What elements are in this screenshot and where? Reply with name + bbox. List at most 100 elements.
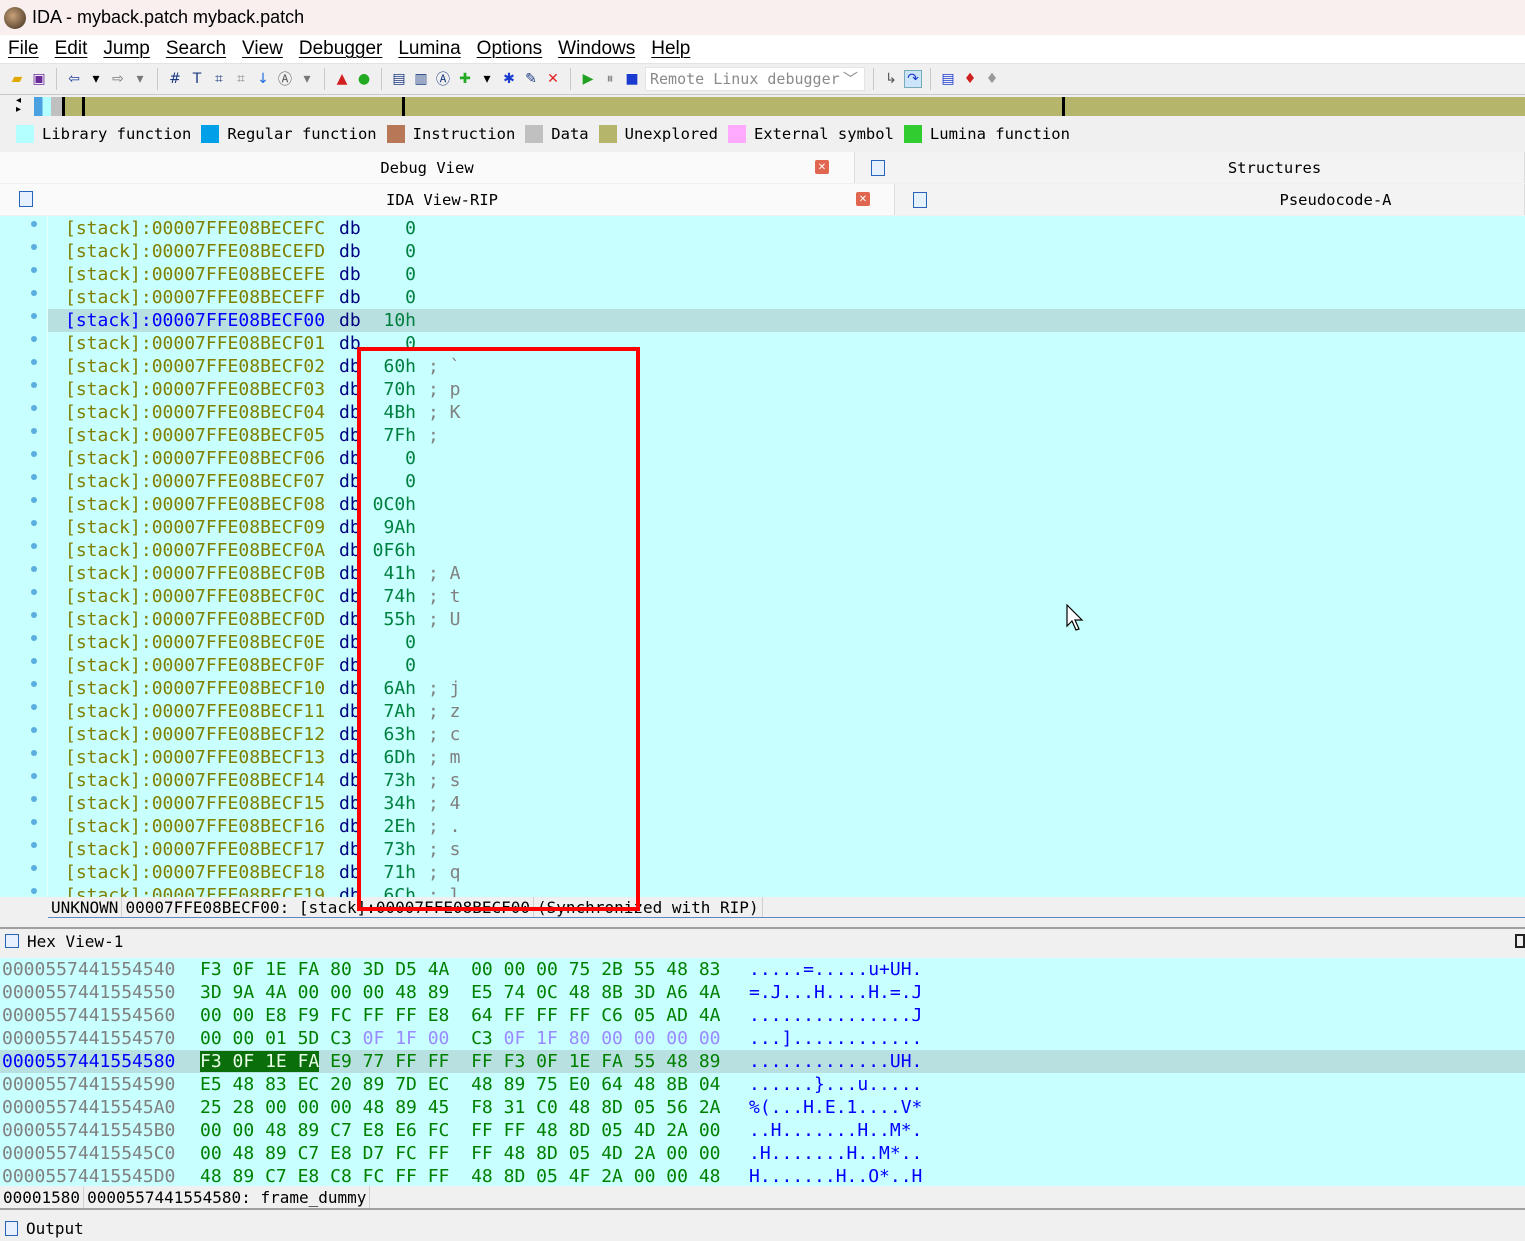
hex-byte[interactable]: 55 — [634, 959, 656, 980]
hex-byte[interactable]: 48 — [233, 1143, 255, 1164]
navigation-band[interactable]: ◂ ▸ — [0, 94, 1525, 116]
search-immediate-icon[interactable]: ⌗ — [210, 70, 228, 88]
hex-byte[interactable]: FF — [471, 1051, 493, 1072]
hex-byte[interactable]: EC — [298, 1074, 320, 1095]
disasm-line[interactable]: [stack]:00007FFE08BECF0D db 55h; U — [48, 608, 1525, 631]
hex-byte[interactable]: 31 — [504, 1097, 526, 1118]
hex-row[interactable]: 0000557441554580 F3 0F 1E FA E9 77 FF FF … — [0, 1050, 1525, 1073]
disasm-line[interactable]: [stack]:00007FFE08BECF11 db 7Ah; z — [48, 700, 1525, 723]
hex-byte[interactable]: FC — [428, 1120, 450, 1141]
step-into-icon[interactable]: ↳ — [882, 70, 900, 88]
hex-byte[interactable]: 8B — [666, 1074, 688, 1095]
hex-byte[interactable]: 4A — [699, 982, 721, 1003]
undefine-icon[interactable]: ✕ — [544, 70, 562, 88]
hex-byte[interactable]: 75 — [569, 959, 591, 980]
hex-byte[interactable]: 04 — [699, 1074, 721, 1095]
asterisk-icon[interactable]: ✱ — [500, 70, 518, 88]
menu-options[interactable]: Options — [469, 38, 550, 60]
hex-byte[interactable]: 83 — [265, 1074, 287, 1095]
forward-icon[interactable]: ⇨ — [109, 70, 127, 88]
hex-byte[interactable]: 64 — [471, 1005, 493, 1026]
hex-byte[interactable]: FA — [601, 1051, 623, 1072]
disasm-line[interactable]: [stack]:00007FFE08BECF18 db 71h; q — [48, 861, 1525, 884]
breakpoint-dot[interactable] — [31, 428, 37, 434]
disasm-line[interactable]: [stack]:00007FFE08BECF01 db 0 — [48, 332, 1525, 355]
menu-file[interactable]: File — [0, 38, 47, 60]
hex-byte[interactable]: 48 — [699, 1166, 721, 1186]
hex-byte[interactable]: FF — [504, 1120, 526, 1141]
hex-byte[interactable]: 00 — [666, 1166, 688, 1186]
hex-byte[interactable]: 0F — [536, 1051, 558, 1072]
hex-byte[interactable]: 4F — [569, 1166, 591, 1186]
menu-search[interactable]: Search — [158, 38, 234, 60]
hex-row[interactable]: 00005574415545C0 00 48 89 C7 E8 D7 FC FF … — [0, 1142, 1525, 1165]
disasm-line[interactable]: [stack]:00007FFE08BECF0C db 74h; t — [48, 585, 1525, 608]
back-dropdown-icon[interactable]: ▾ — [87, 70, 105, 88]
hex-byte[interactable]: 00 — [634, 1028, 656, 1049]
disasm-line[interactable]: [stack]:00007FFE08BECF09 db 9Ah — [48, 516, 1525, 539]
hex-byte[interactable]: FF — [395, 1166, 417, 1186]
hex-byte[interactable]: 3D — [363, 959, 385, 980]
play-icon[interactable]: ▶ — [579, 70, 597, 88]
hex-byte[interactable]: 0F — [363, 1028, 385, 1049]
hex-byte[interactable]: 77 — [363, 1051, 385, 1072]
hex-byte[interactable]: 00 — [699, 1120, 721, 1141]
disasm-line[interactable]: [stack]:00007FFE08BECF04 db 4Bh; K — [48, 401, 1525, 424]
back-icon[interactable]: ⇦ — [65, 70, 83, 88]
breakpoint-dot[interactable] — [31, 382, 37, 388]
tab-debug-view[interactable]: Debug View ✕ — [0, 152, 855, 183]
hex-byte[interactable]: 05 — [601, 1120, 623, 1141]
hex-byte[interactable]: 89 — [395, 1097, 417, 1118]
menu-help[interactable]: Help — [643, 38, 698, 60]
hex-byte[interactable]: 00 — [428, 1028, 450, 1049]
disasm-line[interactable]: [stack]:00007FFE08BECF0F db 0 — [48, 654, 1525, 677]
hex-byte[interactable]: 05 — [569, 1143, 591, 1164]
hex-byte[interactable]: E6 — [395, 1120, 417, 1141]
hex-byte[interactable]: 48 — [363, 1097, 385, 1118]
maximize-icon[interactable] — [1515, 934, 1525, 948]
search-next-icon[interactable]: ⌗ — [232, 70, 250, 88]
hex-byte[interactable]: 48 — [471, 1074, 493, 1095]
breakpoint-dot[interactable] — [31, 589, 37, 595]
hex-byte[interactable]: 89 — [428, 982, 450, 1003]
disasm-line[interactable]: [stack]:00007FFE08BECF03 db 70h; p — [48, 378, 1525, 401]
breakpoint-dot[interactable] — [31, 336, 37, 342]
hex-byte[interactable]: FF — [471, 1143, 493, 1164]
hex-byte[interactable]: 89 — [233, 1166, 255, 1186]
hex-view[interactable]: 0000557441554540 F3 0F 1E FA 80 3D D5 4A … — [0, 958, 1525, 1186]
hex-byte[interactable]: 00 — [200, 1120, 222, 1141]
breakpoint-dot[interactable] — [31, 796, 37, 802]
disasm-line[interactable]: [stack]:00007FFE08BECF00 db 10h — [48, 309, 1525, 332]
make-data-icon[interactable]: ▥ — [412, 70, 430, 88]
hex-byte[interactable]: D7 — [363, 1143, 385, 1164]
breakpoint-dot[interactable] — [31, 244, 37, 250]
make-string-icon[interactable]: Ⓐ — [434, 70, 452, 88]
breakpoint-dot[interactable] — [31, 497, 37, 503]
hex-byte[interactable]: FF — [428, 1166, 450, 1186]
text-view-dropdown-icon[interactable]: ▾ — [298, 70, 316, 88]
hex-byte[interactable]: 48 — [233, 1074, 255, 1095]
hex-byte[interactable]: F3 — [200, 959, 222, 980]
menu-jump[interactable]: Jump — [95, 38, 157, 60]
nav-arrows-icon[interactable]: ◂ ▸ — [16, 96, 21, 115]
add-function-icon[interactable]: ✚ — [456, 70, 474, 88]
breakpoint-dot[interactable] — [31, 612, 37, 618]
hex-byte[interactable]: E5 — [471, 982, 493, 1003]
breakpoint-dot[interactable] — [31, 888, 37, 894]
hex-byte[interactable]: FF — [471, 1120, 493, 1141]
open-icon[interactable]: ▰ — [8, 70, 26, 88]
search-binary-icon[interactable]: # — [166, 70, 184, 88]
breakpoint-dot[interactable] — [31, 842, 37, 848]
hex-byte[interactable]: 00 — [699, 1028, 721, 1049]
hex-byte[interactable]: 05 — [634, 1097, 656, 1118]
hex-byte[interactable]: 4A — [428, 959, 450, 980]
hex-byte[interactable]: 00 — [265, 1097, 287, 1118]
hex-byte[interactable]: E8 — [298, 1166, 320, 1186]
hex-byte[interactable]: 00 — [330, 1097, 352, 1118]
hex-byte[interactable]: FF — [395, 1005, 417, 1026]
hex-byte[interactable]: 89 — [699, 1051, 721, 1072]
disasm-line[interactable]: [stack]:00007FFE08BECEFF db 0 — [48, 286, 1525, 309]
breakpoint-dot[interactable] — [31, 865, 37, 871]
hex-byte[interactable]: 1F — [395, 1028, 417, 1049]
disasm-line[interactable]: [stack]:00007FFE08BECEFD db 0 — [48, 240, 1525, 263]
